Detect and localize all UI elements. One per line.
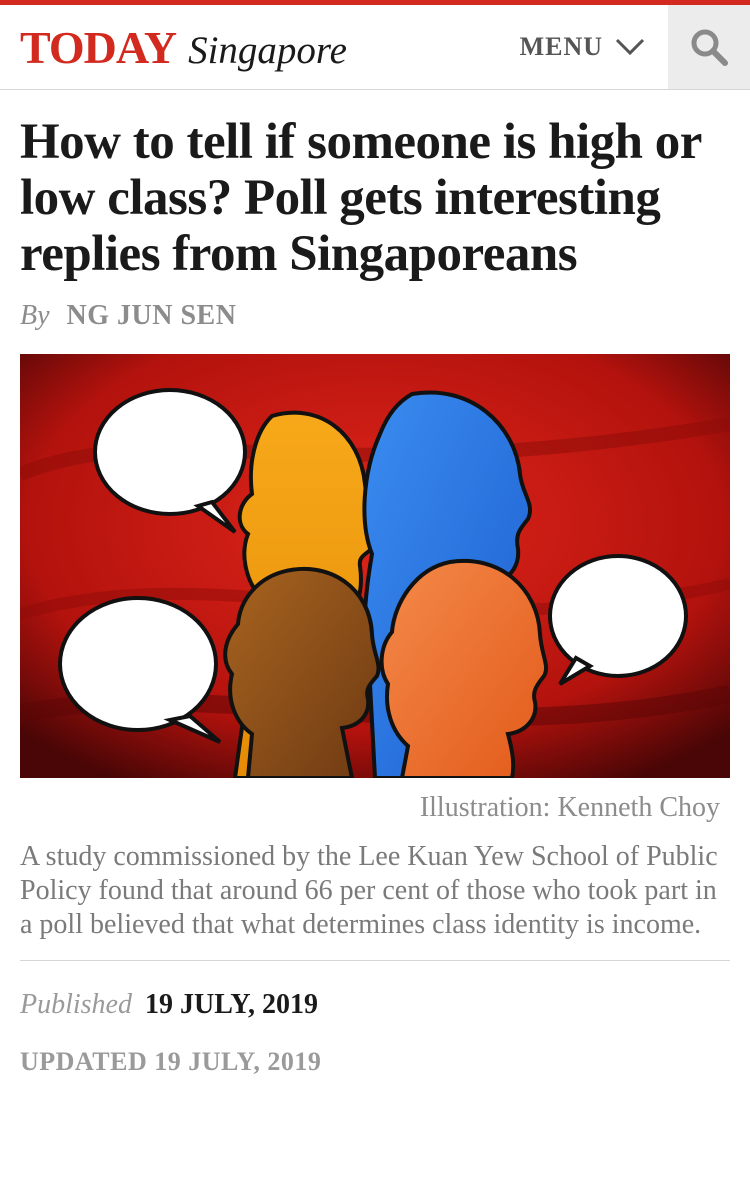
brand-region: Singapore [188,28,347,72]
search-button[interactable] [668,5,750,89]
hero-image [20,354,730,778]
byline-prefix: By [20,300,50,331]
search-icon [691,29,728,66]
chevron-down-icon [615,38,645,56]
image-credit: Illustration: Kenneth Choy [419,792,720,823]
published-label: Published [20,989,132,1020]
published-date: 19 JULY, 2019 [145,989,318,1020]
menu-label: MENU [519,32,603,61]
author-name[interactable]: NG JUN SEN [67,300,237,331]
article-headline: How to tell if someone is high or low cl… [20,114,701,282]
byline: By NG JUN SEN [20,300,730,332]
brand-logo[interactable]: TODAY Singapore [0,21,347,74]
updated-date: UPDATED 19 JULY, 2019 [20,1047,322,1076]
published-line: Published 19 JULY, 2019 [20,989,730,1021]
site-header: TODAY Singapore MENU [0,5,750,90]
divider [20,960,730,961]
article-summary: A study commissioned by the Lee Kuan Yew… [20,841,718,940]
brand-name: TODAY [20,21,177,73]
menu-button[interactable]: MENU [520,5,645,89]
article: How to tell if someone is high or low cl… [0,114,750,1077]
